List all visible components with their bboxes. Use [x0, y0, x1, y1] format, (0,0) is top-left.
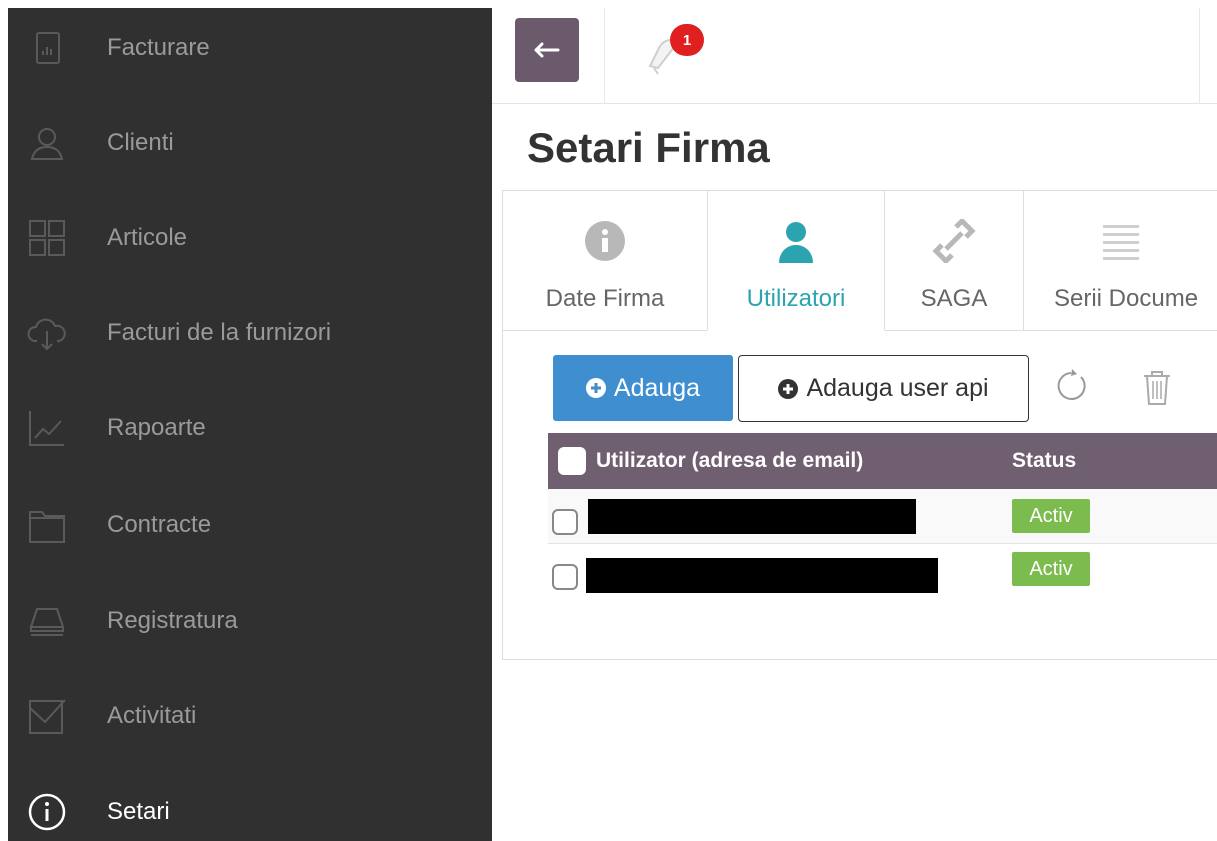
- tab-label: Utilizatori: [746, 285, 846, 312]
- row-checkbox[interactable]: [552, 509, 578, 535]
- folder-icon: [24, 502, 70, 548]
- tab-serii-documente[interactable]: Serii Docume: [1023, 191, 1217, 331]
- grid-icon: [24, 215, 70, 261]
- sidebar-item-label: Facturare: [107, 34, 210, 61]
- sidebar-item-label: Articole: [107, 224, 188, 251]
- add-user-label: Adauga: [613, 373, 701, 402]
- chart-icon: [24, 405, 70, 451]
- user-icon: [708, 219, 884, 269]
- user-icon: [24, 120, 70, 166]
- trash-icon[interactable]: [1140, 368, 1174, 406]
- checkbox-icon: [24, 693, 70, 739]
- status-badge: Activ: [1012, 552, 1090, 586]
- invoice-icon: [24, 25, 70, 71]
- notification-badge: 1: [670, 24, 704, 56]
- sidebar-item-facturi-furnizori[interactable]: Facturi de la furnizori: [8, 293, 492, 373]
- sidebar-item-label: Clienti: [107, 129, 174, 156]
- add-user-button[interactable]: Adauga: [553, 355, 733, 421]
- divider: [1199, 8, 1200, 104]
- table-row: Activ: [548, 489, 1217, 544]
- plus-circle-icon: [585, 378, 606, 398]
- table-row: Activ: [548, 544, 1217, 599]
- arrow-left-icon: [534, 42, 560, 58]
- divider: [604, 8, 605, 104]
- tab-label: Serii Docume: [1054, 285, 1199, 312]
- table-header: Utilizator (adresa de email) Status: [548, 433, 1217, 489]
- add-api-user-button[interactable]: Adauga user api: [738, 355, 1029, 422]
- sidebar-item-setari[interactable]: Setari: [8, 772, 492, 841]
- page-title: Setari Firma: [527, 124, 770, 171]
- sidebar-item-contracte[interactable]: Contracte: [8, 485, 492, 565]
- sidebar-item-registratura[interactable]: Registratura: [8, 581, 492, 661]
- refresh-icon[interactable]: [1054, 368, 1090, 404]
- tab-bar: Date Firma Utilizatori SAGA Serii Docume: [503, 191, 1217, 331]
- column-header-status: Status: [1012, 449, 1077, 472]
- link-icon: [885, 219, 1023, 269]
- tab-date-firma[interactable]: Date Firma: [503, 191, 707, 331]
- sidebar: Facturare Clienti Articole Facturi de la…: [8, 8, 492, 841]
- list-icon: [1024, 219, 1217, 269]
- plus-circle-icon: [778, 378, 799, 399]
- sidebar-item-facturare[interactable]: Facturare: [8, 8, 492, 88]
- column-header-user: Utilizator (adresa de email): [596, 449, 864, 472]
- tab-utilizatori[interactable]: Utilizatori: [707, 191, 885, 331]
- cloud-download-icon: [24, 310, 70, 356]
- sidebar-item-label: Contracte: [107, 511, 212, 538]
- info-icon: [503, 219, 707, 269]
- sidebar-item-label: Setari: [107, 798, 170, 825]
- tab-label: SAGA: [920, 285, 988, 312]
- sidebar-item-label: Facturi de la furnizori: [107, 319, 332, 346]
- info-icon: [24, 789, 70, 835]
- sidebar-item-label: Registratura: [107, 607, 238, 634]
- tab-label: Date Firma: [545, 285, 665, 312]
- inbox-icon: [24, 598, 70, 644]
- select-all-checkbox[interactable]: [558, 447, 586, 475]
- status-badge: Activ: [1012, 499, 1090, 533]
- sidebar-item-label: Rapoarte: [107, 414, 206, 441]
- topbar: 1: [492, 0, 1217, 104]
- tab-saga[interactable]: SAGA: [885, 191, 1023, 331]
- sidebar-item-activitati[interactable]: Activitati: [8, 676, 492, 756]
- redacted-email: [588, 499, 916, 534]
- add-api-user-label: Adauga user api: [806, 374, 989, 402]
- sidebar-item-clienti[interactable]: Clienti: [8, 103, 492, 183]
- redacted-email: [586, 558, 938, 593]
- row-checkbox[interactable]: [552, 564, 578, 590]
- sidebar-item-rapoarte[interactable]: Rapoarte: [8, 388, 492, 468]
- sidebar-item-articole[interactable]: Articole: [8, 198, 492, 278]
- sidebar-item-label: Activitati: [107, 702, 197, 729]
- back-button[interactable]: [515, 18, 579, 82]
